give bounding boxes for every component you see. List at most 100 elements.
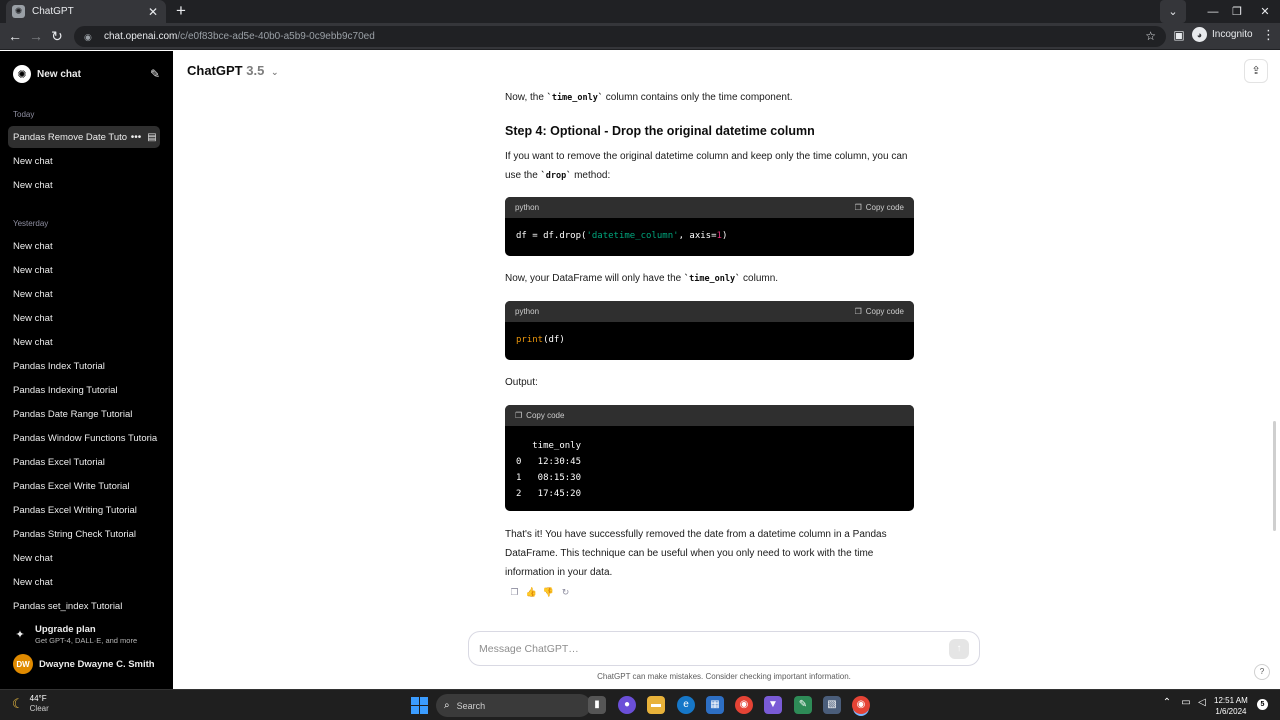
sidebar-chat-item[interactable]: Pandas Remove Date Tuto ••• ▤ xyxy=(8,126,160,148)
app-image-icon[interactable]: ▧ xyxy=(823,696,841,714)
sidebar-chat-item[interactable]: New chat xyxy=(8,259,160,281)
weather-temperature: 44°F xyxy=(29,694,47,703)
code-content: df = df.drop('datetime_column', axis=1) xyxy=(516,231,728,241)
chrome-icon[interactable]: ◉ xyxy=(735,696,753,714)
site-info-icon[interactable]: ◉ xyxy=(84,32,94,42)
file-explorer-icon[interactable]: ▬ xyxy=(647,696,665,714)
notification-badge[interactable]: 5 xyxy=(1257,699,1268,710)
back-arrow-icon[interactable]: ← xyxy=(6,27,24,45)
reload-icon[interactable]: ↻ xyxy=(48,27,66,45)
chat-app-icon[interactable]: ● xyxy=(618,696,636,714)
search-icon: ⌕ xyxy=(444,700,450,711)
volume-icon[interactable]: ◁ xyxy=(1195,697,1209,708)
archive-icon[interactable]: ▤ xyxy=(144,132,160,143)
weather-condition: Clear xyxy=(29,704,49,713)
minimize-window-icon[interactable]: — xyxy=(1200,0,1226,23)
taskbar-clock[interactable]: 12:51 AM 1/6/2024 xyxy=(1214,695,1248,717)
message-composer: ↑ xyxy=(468,631,980,666)
sidebar-chat-item[interactable]: New chat xyxy=(8,150,160,172)
edge-browser-icon[interactable]: e xyxy=(677,696,695,714)
sidebar-chat-item[interactable]: Pandas Excel Writing Tutorial xyxy=(8,499,160,521)
store-icon[interactable]: ▦ xyxy=(706,696,724,714)
message-paragraph: Now, your DataFrame will only have the `… xyxy=(505,273,779,284)
regenerate-icon[interactable]: ↻ xyxy=(557,587,574,598)
sidebar-chat-item[interactable]: Pandas String Check Tutorial xyxy=(8,523,160,545)
address-bar[interactable]: ◉ chat.openai.com/c/e0f83bce-ad5e-40b0-a… xyxy=(74,26,1166,47)
network-icon[interactable]: ▭ xyxy=(1179,697,1193,708)
sidebar-chat-item[interactable]: New chat xyxy=(8,235,160,257)
app-triangle-icon[interactable]: ▼ xyxy=(764,696,782,714)
windows-start-icon[interactable] xyxy=(411,697,428,714)
share-icon[interactable]: ⇪ xyxy=(1244,59,1268,83)
forward-arrow-icon[interactable]: → xyxy=(27,27,45,45)
message-paragraph: That's it! You have successfully removed… xyxy=(505,529,887,578)
thumbs-up-icon[interactable]: 👍 xyxy=(523,587,540,598)
sidebar-chat-item[interactable]: New chat xyxy=(8,571,160,593)
copy-code-button[interactable]: ❐ Copy code xyxy=(855,307,904,316)
code-block-header: python ❐ Copy code xyxy=(505,197,914,218)
sidebar-chat-item[interactable]: Pandas Date Range Tutorial xyxy=(8,403,160,425)
code-language: python xyxy=(515,307,540,316)
close-tab-icon[interactable]: ✕ xyxy=(146,5,160,19)
chrome-active-icon[interactable]: ◉ xyxy=(852,696,870,714)
browser-menu-icon[interactable]: ⋮ xyxy=(1262,27,1275,43)
incognito-icon: ◕ xyxy=(1192,27,1207,42)
code-content: print(df) xyxy=(516,335,565,345)
more-options-icon[interactable]: ••• xyxy=(128,132,144,143)
message-paragraph: If you want to remove the original datet… xyxy=(505,151,908,181)
code-block: python ❐ Copy code df = df.drop('datetime… xyxy=(505,197,914,256)
sidebar-chat-item[interactable]: New chat xyxy=(8,283,160,305)
message-actions: ❐ 👍 👎 ↻ xyxy=(506,587,574,598)
copy-code-button[interactable]: ❐ Copy code xyxy=(855,203,904,212)
thumbs-down-icon[interactable]: 👎 xyxy=(540,587,557,598)
sidebar-chat-item[interactable]: Pandas Window Functions Tutoria xyxy=(8,427,160,449)
step-heading: Step 4: Optional - Drop the original dat… xyxy=(505,124,815,138)
model-selector[interactable]: ChatGPT 3.5 ⌄ xyxy=(187,63,279,78)
browser-tab-title: ChatGPT xyxy=(32,6,74,17)
taskbar-search-label: Search xyxy=(456,700,486,711)
taskbar-search[interactable]: ⌕ Search xyxy=(436,694,591,717)
bookmark-star-icon[interactable]: ☆ xyxy=(1145,29,1156,43)
browser-tab-chatgpt[interactable]: ✺ ChatGPT ✕ xyxy=(6,0,166,23)
code-content: time_only 0 12:30:45 1 08:15:30 2 17:45:… xyxy=(516,441,582,499)
user-menu-button[interactable]: DW Dwayne Dwayne C. Smith xyxy=(8,651,163,677)
restore-window-icon[interactable]: ❐ xyxy=(1224,0,1250,23)
code-block: ❐ Copy code time_only 0 12:30:45 1 08:15:… xyxy=(505,405,914,511)
copy-message-icon[interactable]: ❐ xyxy=(506,587,523,598)
scrollbar-thumb[interactable] xyxy=(1273,421,1276,531)
copy-code-button[interactable]: ❐ Copy code xyxy=(515,411,564,420)
new-tab-plus-icon[interactable]: + xyxy=(172,2,190,20)
send-arrow-icon[interactable]: ↑ xyxy=(949,638,969,659)
sidebar-chat-item[interactable]: Pandas Excel Tutorial xyxy=(8,451,160,473)
upgrade-subtitle: Get GPT-4, DALL·E, and more xyxy=(35,635,138,645)
weather-widget[interactable]: ☾ 44°F Clear xyxy=(12,694,49,714)
help-button[interactable]: ? xyxy=(1254,664,1270,680)
sidebar-chat-item[interactable]: Pandas Index Tutorial xyxy=(8,355,160,377)
sidebar-chat-item[interactable]: New chat xyxy=(8,547,160,569)
sidebar-chat-item[interactable]: New chat xyxy=(8,174,160,196)
close-window-icon[interactable]: ✕ xyxy=(1250,0,1280,23)
moon-icon: ☾ xyxy=(12,696,24,711)
compose-icon[interactable]: ✎ xyxy=(147,67,163,81)
browser-toolbar: ← → ↻ ◉ chat.openai.com/c/e0f83bce-ad5e-… xyxy=(0,23,1280,50)
chatgpt-logo-icon: ✺ xyxy=(13,65,31,83)
sidebar-chat-item[interactable]: New chat xyxy=(8,307,160,329)
url-host: chat.openai.com xyxy=(104,31,178,42)
code-language: python xyxy=(515,203,540,212)
clock-time: 12:51 AM xyxy=(1214,696,1248,705)
upgrade-plan-button[interactable]: ✦ Upgrade plan Get GPT-4, DALL·E, and mo… xyxy=(8,621,163,647)
new-chat-button[interactable]: ✺ New chat ✎ xyxy=(8,61,163,87)
model-name: ChatGPT xyxy=(187,63,243,78)
sidebar-chat-item[interactable]: Pandas Excel Write Tutorial xyxy=(8,475,160,497)
task-view-icon[interactable]: ▮ xyxy=(588,696,606,714)
side-panel-icon[interactable]: ▣ xyxy=(1172,28,1186,42)
sidebar-chat-item[interactable]: New chat xyxy=(8,331,160,353)
incognito-profile[interactable]: ◕ Incognito xyxy=(1192,27,1253,42)
tray-chevron-up-icon[interactable]: ⌃ xyxy=(1160,697,1174,708)
app-green-icon[interactable]: ✎ xyxy=(794,696,812,714)
message-input[interactable] xyxy=(479,642,949,655)
sidebar-chat-item[interactable]: Pandas set_index Tutorial xyxy=(8,595,160,617)
tab-search-chevron-icon[interactable]: ⌄ xyxy=(1160,0,1186,23)
inline-code: `time_only` xyxy=(546,93,603,103)
sidebar-chat-item[interactable]: Pandas Indexing Tutorial xyxy=(8,379,160,401)
